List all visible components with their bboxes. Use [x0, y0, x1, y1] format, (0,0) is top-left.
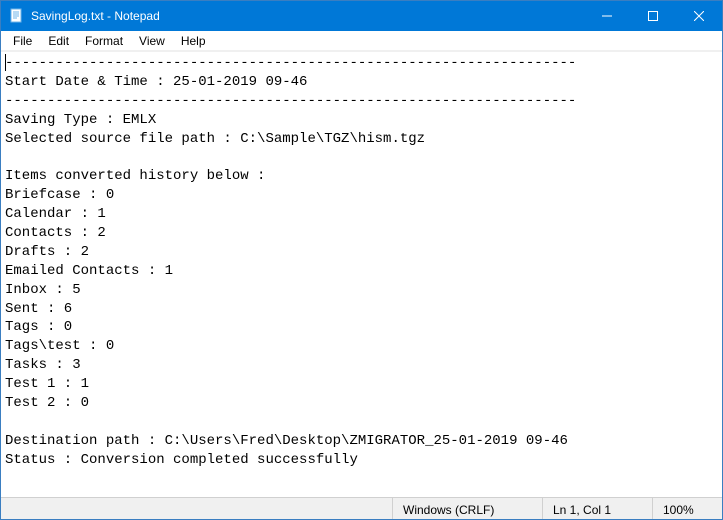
titlebar[interactable]: SavingLog.txt - Notepad — [1, 1, 722, 31]
editor-area — [1, 51, 722, 497]
menu-file[interactable]: File — [5, 33, 40, 49]
minimize-button[interactable] — [584, 1, 630, 31]
window-title: SavingLog.txt - Notepad — [31, 1, 160, 31]
status-position: Ln 1, Col 1 — [542, 498, 652, 519]
menu-view[interactable]: View — [131, 33, 173, 49]
menu-help[interactable]: Help — [173, 33, 214, 49]
notepad-icon — [9, 8, 25, 24]
menu-format[interactable]: Format — [77, 33, 131, 49]
text-editor[interactable] — [1, 52, 722, 497]
statusbar: Windows (CRLF) Ln 1, Col 1 100% — [1, 497, 722, 519]
status-fill — [1, 498, 392, 519]
status-zoom: 100% — [652, 498, 722, 519]
close-button[interactable] — [676, 1, 722, 31]
menu-edit[interactable]: Edit — [40, 33, 77, 49]
maximize-button[interactable] — [630, 1, 676, 31]
status-encoding: Windows (CRLF) — [392, 498, 542, 519]
menubar: File Edit Format View Help — [1, 31, 722, 51]
notepad-window: SavingLog.txt - Notepad File Edit Format… — [0, 0, 723, 520]
